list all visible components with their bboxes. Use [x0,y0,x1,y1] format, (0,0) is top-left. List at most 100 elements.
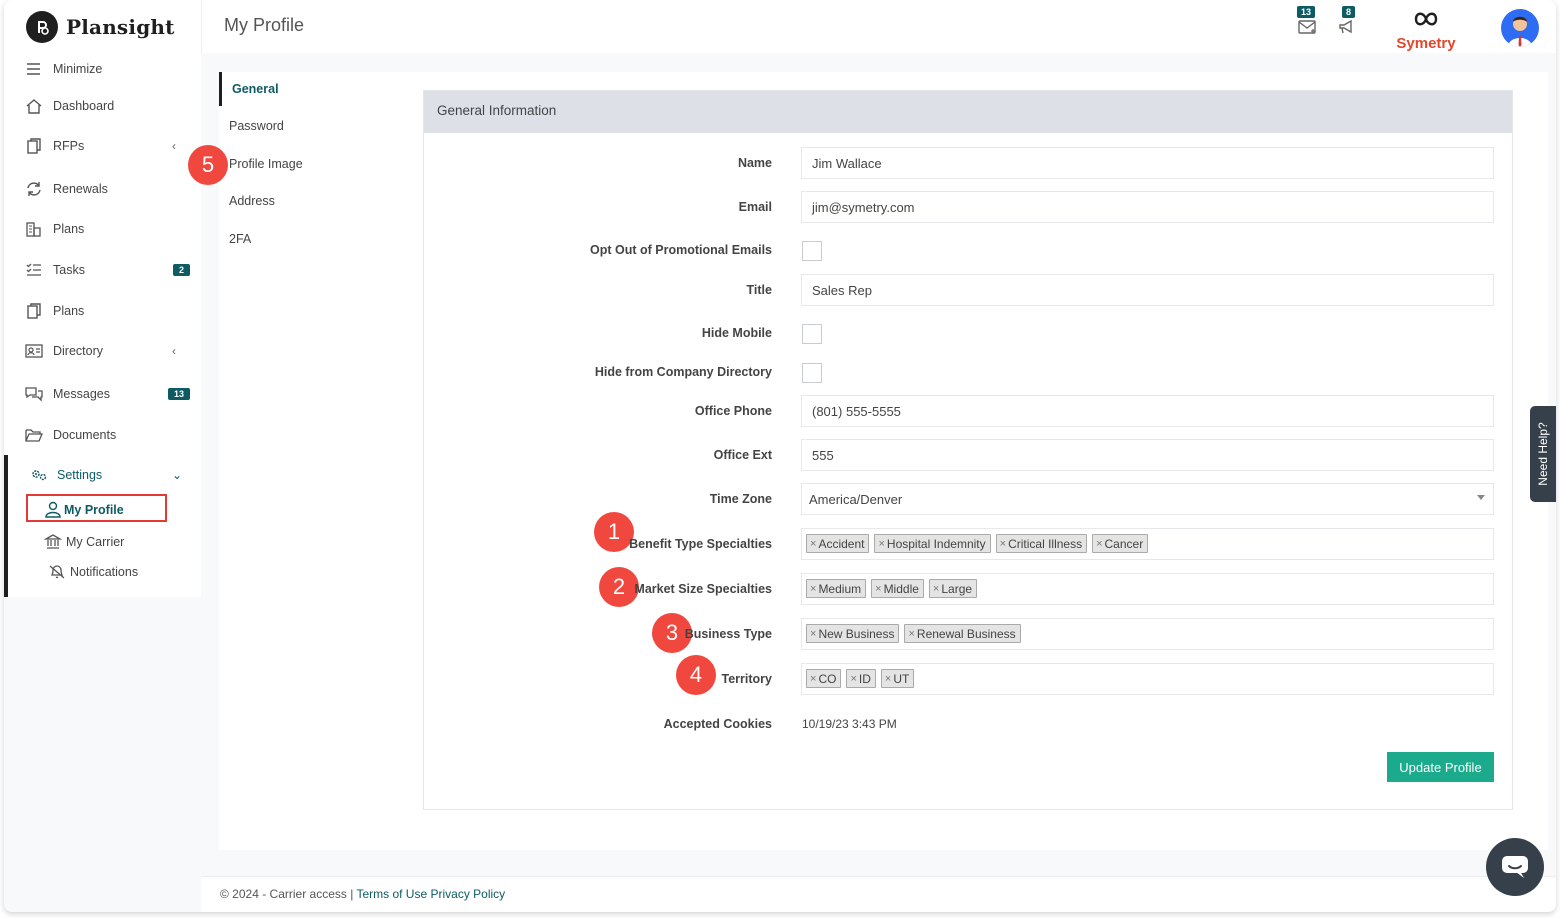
office-ext-label: Office Ext [713,448,772,462]
title-field[interactable]: Sales Rep [801,274,1494,306]
tag: × Critical Illness [995,534,1088,553]
business-type-tags[interactable]: × New Business × Renewal Business [801,618,1494,650]
remove-tag-icon[interactable]: × [875,583,881,595]
tag-label: Large [941,582,973,596]
sidebar-item-messages[interactable]: Messages 13 [4,379,201,409]
remove-tag-icon[interactable]: × [810,673,816,685]
chevron-left-icon: ‹ [172,344,176,358]
remove-tag-icon[interactable]: × [1096,538,1102,550]
name-field[interactable]: Jim Wallace [801,147,1494,179]
sidebar-item-label: Documents [53,428,117,442]
sidebar-item-settings[interactable]: Settings ⌄ [4,460,201,490]
subnav-general[interactable]: General [219,72,391,106]
privacy-link[interactable]: Privacy Policy [431,887,506,901]
subnav-label: Profile Image [229,157,303,171]
sidebar-item-rfps[interactable]: RFPs ‹ [4,131,201,161]
tag: × Accident [806,534,870,553]
remove-tag-icon[interactable]: × [885,673,891,685]
id-card-icon [25,344,43,358]
sidebar-item-tasks[interactable]: Tasks 2 [4,255,201,285]
mail-icon[interactable] [1297,18,1319,38]
tag-label: Medium [818,582,862,596]
subnav-profile-image[interactable]: Profile Image [219,147,391,181]
tag-label: Renewal Business [916,627,1016,641]
remove-tag-icon[interactable]: × [933,583,939,595]
chat-icon [1502,856,1528,878]
sidebar-item-dashboard[interactable]: Dashboard [4,91,201,121]
sidebar-item-label: Plans [53,222,85,236]
email-field[interactable]: jim@symetry.com [801,191,1494,223]
optout-label: Opt Out of Promotional Emails [590,243,772,257]
copy-icon [27,138,41,154]
remove-tag-icon[interactable]: × [810,628,816,640]
refresh-icon [27,182,41,196]
subnav-2fa[interactable]: 2FA [219,222,391,256]
megaphone-icon[interactable] [1336,18,1358,38]
sidebar-item-directory[interactable]: Directory ‹ [4,336,201,366]
sidebar-item-label: Minimize [53,62,103,76]
office-ext-field[interactable]: 555 [801,439,1494,471]
subnav-password[interactable]: Password [219,109,391,143]
optout-checkbox[interactable] [802,241,822,261]
benefit-specialties-label: Benefit Type Specialties [629,537,772,551]
tag: × New Business [806,624,900,643]
hide-mobile-label: Hide Mobile [701,326,772,340]
sidebar-subitem-notifications[interactable]: Notifications [4,560,201,584]
sidebar: Minimize Dashboard RFPs ‹ Renewals Plans… [4,53,201,597]
subnav-label: Address [229,194,275,208]
market-size-tags[interactable]: × Medium × Middle × Large [801,573,1494,605]
benefit-specialties-tags[interactable]: × Accident × Hospital Indemnity × Critical … [801,528,1494,560]
remove-tag-icon[interactable]: × [810,583,816,595]
sidebar-item-label: RFPs [53,139,85,153]
folder-open-icon [25,429,43,442]
office-phone-field[interactable]: (801) 555-5555 [801,395,1494,427]
territory-tags[interactable]: × CO × ID × UT [801,663,1494,695]
partner-logo-text: Symetry [1396,35,1456,52]
sidebar-item-plans[interactable]: Plans [4,214,201,244]
hide-directory-label: Hide from Company Directory [594,365,772,379]
tasks-count-badge: 2 [173,264,191,276]
title-label: Title [746,283,772,297]
remove-tag-icon[interactable]: × [878,538,884,550]
partner-logo: Symetry [1392,8,1460,52]
sidebar-subitem-my-profile[interactable]: My Profile [4,498,201,522]
sidebar-item-minimize[interactable]: Minimize [4,54,201,84]
tag: × Hospital Indemnity [874,534,991,553]
remove-tag-icon[interactable]: × [810,538,816,550]
remove-tag-icon[interactable]: × [908,628,914,640]
terms-link[interactable]: Terms of Use [356,887,427,901]
subnav-label: 2FA [229,232,252,246]
update-profile-button[interactable]: Update Profile [1387,752,1494,782]
home-icon [26,99,42,114]
sidebar-item-documents[interactable]: Documents [4,420,201,450]
sidebar-subitem-label: My Carrier [66,535,125,549]
need-help-label: Need Help? [1536,422,1550,486]
brand-name: Plansight [66,15,175,39]
subnav-address[interactable]: Address [219,184,391,218]
sidebar-item-label: Directory [53,344,104,358]
hide-mobile-checkbox[interactable] [802,324,822,344]
section-title: General Information [437,103,557,118]
sidebar-subitem-my-carrier[interactable]: My Carrier [4,530,201,554]
sidebar-item-renewals[interactable]: Renewals [4,174,201,204]
chat-button[interactable] [1486,838,1544,896]
footer: © 2024 - Carrier access | Terms of Use P… [201,876,1556,912]
copy-icon [27,303,41,319]
remove-tag-icon[interactable]: × [1000,538,1006,550]
business-type-label: Business Type [684,627,772,641]
page-title: My Profile [224,15,305,35]
time-zone-label: Time Zone [709,492,772,506]
chat-bubbles-icon [25,387,43,402]
menu-icon [27,63,40,75]
remove-tag-icon[interactable]: × [850,673,856,685]
need-help-tab[interactable]: Need Help? [1530,406,1556,502]
tag: × UT [880,669,915,688]
sidebar-subitem-label: My Profile [64,503,124,517]
sidebar-item-plans-2[interactable]: Plans [4,296,201,326]
user-avatar[interactable] [1501,9,1539,47]
time-zone-select[interactable]: America/Denver [801,483,1494,515]
hide-directory-checkbox[interactable] [802,363,822,383]
brand[interactable]: Plansight [26,10,201,44]
tag: × Cancer [1092,534,1149,553]
tag: × Middle [871,579,924,598]
